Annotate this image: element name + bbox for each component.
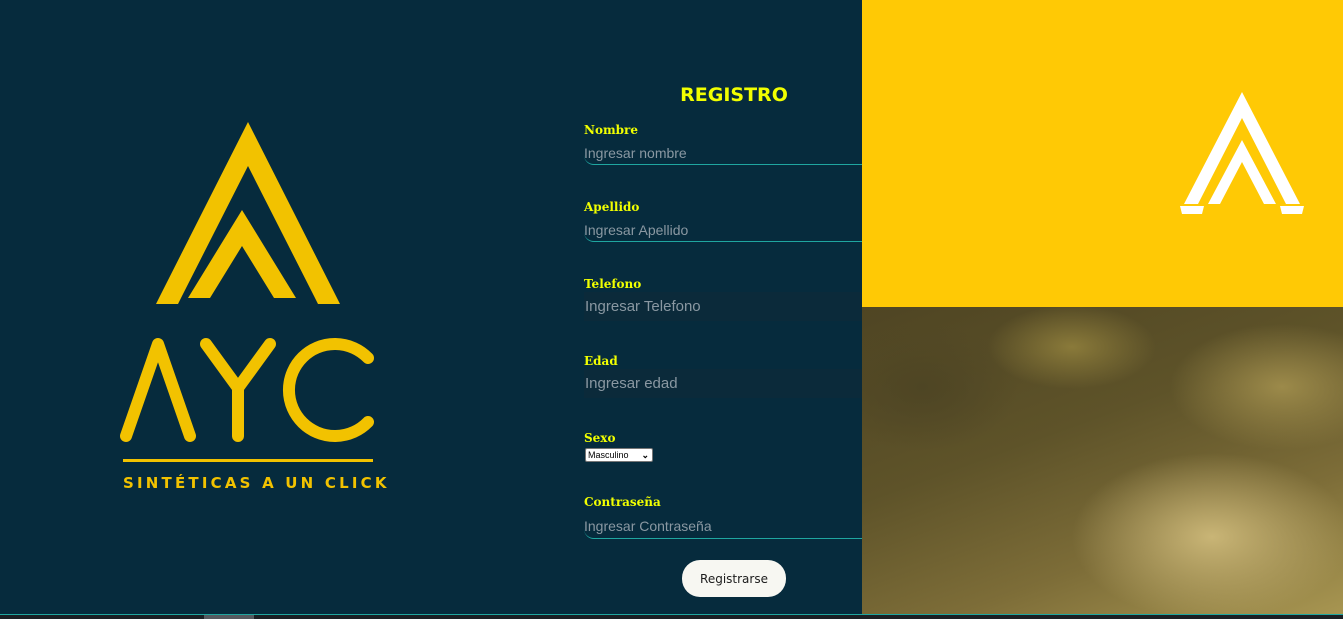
- tagline-divider: [123, 459, 373, 462]
- chevron-down-icon: ⌄: [641, 450, 649, 460]
- form-title: REGISTRO: [680, 84, 788, 106]
- apellido-input[interactable]: [584, 219, 882, 242]
- scrollbar-thumb[interactable]: [204, 615, 254, 619]
- apellido-label: Apellido: [584, 200, 640, 214]
- brand-logo: [118, 118, 378, 498]
- sexo-label: Sexo: [584, 431, 616, 445]
- brand-tagline: SINTÉTICAS A UN CLICK: [123, 474, 390, 492]
- contrasena-input[interactable]: [584, 514, 882, 539]
- double-chevron-up-icon: [120, 122, 374, 442]
- nombre-label: Nombre: [584, 123, 639, 137]
- horizontal-scrollbar[interactable]: [0, 614, 1343, 619]
- edad-label: Edad: [584, 354, 618, 368]
- sexo-select[interactable]: Masculino ⌄: [585, 448, 653, 462]
- sexo-selected-value: Masculino: [588, 450, 629, 460]
- nombre-input[interactable]: [584, 142, 882, 165]
- contrasena-label: Contraseña: [584, 495, 661, 509]
- registration-page: SINTÉTICAS A UN CLICK REGISTRO Nombre Ap…: [0, 0, 1343, 619]
- registrarse-button[interactable]: Registrarse: [682, 560, 786, 597]
- shoe-lacing-photo: [862, 307, 1343, 619]
- telefono-input[interactable]: [584, 292, 882, 321]
- edad-input[interactable]: [584, 369, 882, 398]
- telefono-label: Telefono: [584, 277, 642, 291]
- white-chevron-logo-icon: [1180, 90, 1306, 221]
